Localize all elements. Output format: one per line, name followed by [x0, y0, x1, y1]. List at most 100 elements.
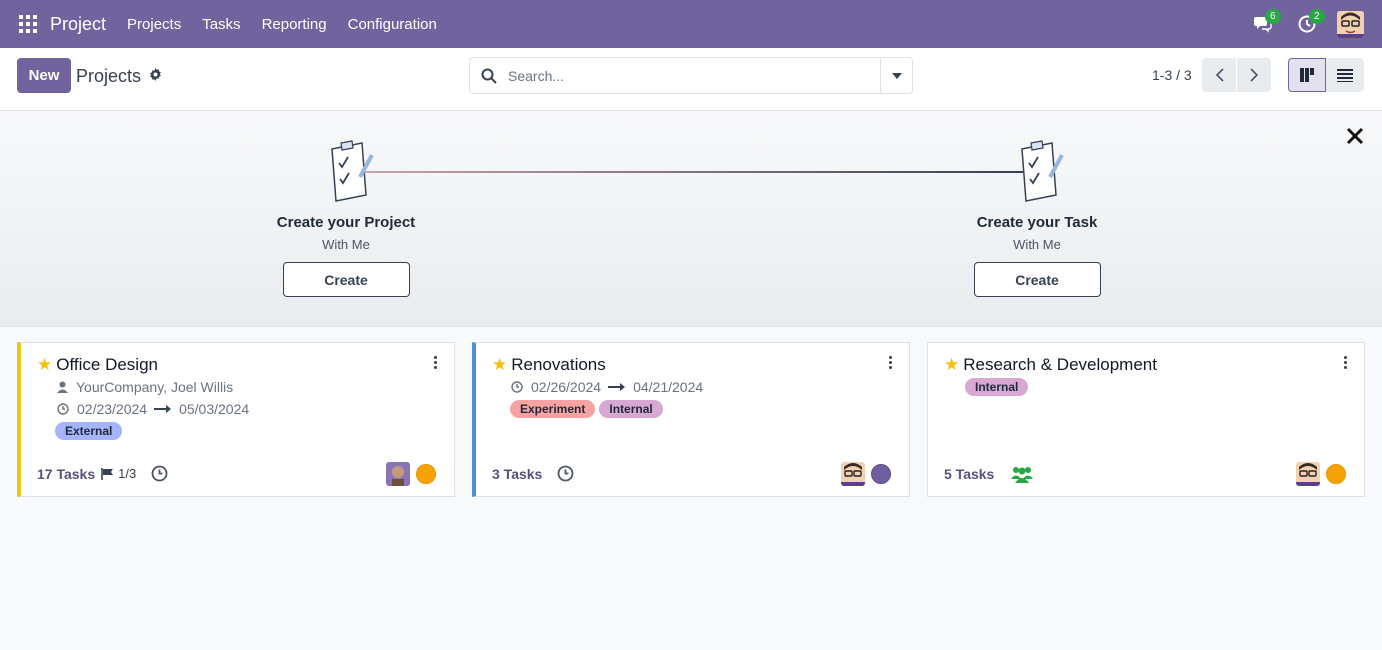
card-footer: 17 Tasks 1/3: [37, 465, 168, 482]
step-project-title: Create your Project: [276, 214, 416, 231]
manager-avatar[interactable]: [386, 462, 410, 486]
date-start: 02/26/2024: [531, 379, 602, 395]
favorite-star-icon[interactable]: ★: [492, 355, 507, 375]
top-navbar: Project Projects Tasks Reporting Configu…: [0, 0, 1382, 48]
tag-external: External: [55, 422, 123, 440]
page-title[interactable]: Projects: [76, 66, 141, 87]
milestones-value: 1/3: [118, 466, 137, 481]
caret-down-icon: [891, 72, 902, 79]
tag-internal: Internal: [599, 400, 663, 418]
step-project-subtitle: With Me: [322, 237, 370, 252]
project-name: Office Design: [56, 355, 158, 374]
project-partner: YourCompany, Joel Willis: [57, 379, 233, 395]
activity-clock-icon[interactable]: [151, 465, 168, 482]
onboarding-banner: Create your Project With Me Create Creat…: [0, 112, 1382, 327]
create-task-button[interactable]: Create: [973, 262, 1101, 297]
card-footer-right: [386, 462, 436, 486]
close-icon: [1346, 127, 1364, 145]
app-brand[interactable]: Project: [50, 14, 106, 35]
onboarding-step-project: Create your Project With Me Create: [246, 214, 446, 297]
close-banner-button[interactable]: [1346, 124, 1364, 152]
step-task-title: Create your Task: [976, 214, 1098, 231]
project-title[interactable]: ★ Renovations: [492, 355, 606, 375]
card-footer: 5 Tasks: [944, 465, 1034, 483]
card-footer-right: [841, 462, 891, 486]
card-menu-button[interactable]: [434, 356, 438, 371]
card-footer: 3 Tasks: [492, 465, 574, 482]
kanban-icon: [1300, 68, 1314, 82]
list-icon: [1337, 69, 1353, 82]
date-start: 02/23/2024: [77, 401, 148, 417]
project-tags: External: [55, 422, 126, 440]
user-avatar[interactable]: [1337, 10, 1364, 38]
apps-menu-icon[interactable]: [19, 15, 37, 33]
card-menu-button[interactable]: [1344, 356, 1348, 371]
project-card[interactable]: ★ Renovations 02/26/2024 04/21/2024 Expe…: [472, 342, 910, 497]
pager-next-button[interactable]: [1237, 58, 1271, 92]
search-input[interactable]: Search...: [508, 68, 564, 84]
project-title[interactable]: ★ Research & Development: [944, 355, 1157, 375]
favorite-star-icon[interactable]: ★: [37, 355, 52, 375]
tasks-count-link[interactable]: 3 Tasks: [492, 466, 542, 482]
arrow-right-icon: [608, 383, 626, 391]
project-tags: Internal: [965, 378, 1032, 396]
project-card[interactable]: ★ Office Design YourCompany, Joel Willis…: [17, 342, 455, 497]
menu-reporting[interactable]: Reporting: [262, 16, 327, 33]
tasks-count-link[interactable]: 17 Tasks: [37, 466, 95, 482]
status-indicator[interactable]: [416, 464, 436, 484]
project-card[interactable]: ★ Research & Development Internal 5 Task…: [927, 342, 1365, 497]
pager-value[interactable]: 1-3 / 3: [1152, 67, 1192, 83]
user-icon: [57, 381, 68, 393]
list-view-button[interactable]: [1326, 58, 1364, 92]
navbar-systray: 6 2: [1241, 0, 1364, 48]
project-dates: 02/23/2024 05/03/2024: [57, 401, 249, 417]
search-icon: [481, 68, 497, 84]
pager-previous-button[interactable]: [1202, 58, 1236, 92]
create-project-button[interactable]: Create: [282, 262, 410, 297]
chevron-left-icon: [1215, 68, 1224, 82]
project-name: Renovations: [511, 355, 606, 374]
project-dates: 02/26/2024 04/21/2024: [511, 379, 703, 395]
status-indicator[interactable]: [1326, 464, 1346, 484]
clock-icon: [57, 403, 69, 415]
menu-projects[interactable]: Projects: [127, 16, 181, 33]
search-bar[interactable]: Search...: [469, 57, 913, 94]
onboarding-step-task: Create your Task With Me Create: [937, 214, 1137, 297]
tag-internal: Internal: [965, 378, 1029, 396]
tasks-count-link[interactable]: 5 Tasks: [944, 466, 994, 482]
chevron-right-icon: [1249, 68, 1258, 82]
new-button[interactable]: New: [17, 58, 71, 93]
gear-icon[interactable]: [149, 68, 162, 81]
project-tags: Experiment Internal: [510, 400, 667, 418]
manager-avatar[interactable]: [841, 462, 865, 486]
activities-badge: 2: [1309, 9, 1325, 24]
activity-clock-icon[interactable]: [557, 465, 574, 482]
control-panel: New Projects Search... 1-3 / 3: [0, 48, 1382, 111]
clock-icon: [511, 381, 523, 393]
messages-button[interactable]: 6: [1241, 0, 1285, 48]
flag-icon: [101, 467, 114, 480]
arrow-right-icon: [154, 405, 172, 413]
activities-button[interactable]: 2: [1285, 0, 1329, 48]
menu-configuration[interactable]: Configuration: [348, 16, 437, 33]
date-end: 05/03/2024: [179, 401, 250, 417]
kanban-view-button[interactable]: [1288, 58, 1326, 92]
project-title[interactable]: ★ Office Design: [37, 355, 158, 375]
clipboard-checklist-icon: [1021, 140, 1064, 202]
status-indicator[interactable]: [871, 464, 891, 484]
date-end: 04/21/2024: [633, 379, 704, 395]
clipboard-checklist-icon: [331, 140, 374, 202]
favorite-star-icon[interactable]: ★: [944, 355, 959, 375]
team-icon[interactable]: [1011, 465, 1034, 483]
messages-badge: 6: [1265, 9, 1281, 24]
card-footer-right: [1296, 462, 1346, 486]
card-menu-button[interactable]: [889, 356, 893, 371]
menu-tasks[interactable]: Tasks: [202, 16, 240, 33]
onboarding-progress-line: [365, 171, 1023, 173]
milestones-indicator: 1/3: [101, 466, 136, 481]
search-options-toggle[interactable]: [880, 58, 912, 93]
partner-name: YourCompany, Joel Willis: [76, 379, 234, 395]
project-name: Research & Development: [963, 355, 1157, 374]
tag-experiment: Experiment: [510, 400, 596, 418]
manager-avatar[interactable]: [1296, 462, 1320, 486]
